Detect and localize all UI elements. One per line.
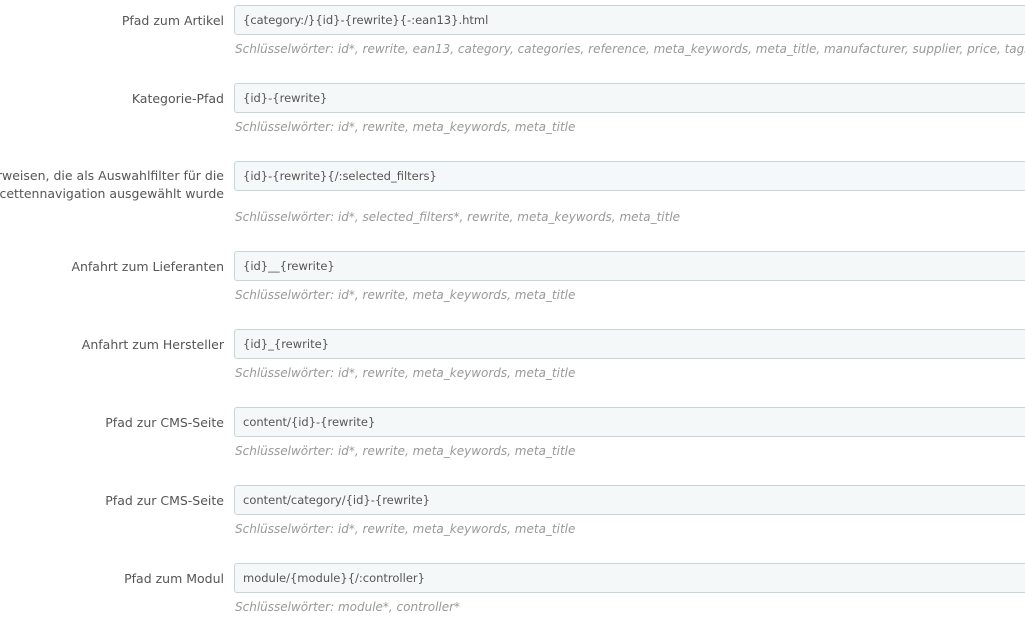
route-label-category: Kategorie-Pfad bbox=[131, 91, 224, 106]
route-label-module: Pfad zum Modul bbox=[124, 571, 224, 586]
route-label-manufacturer: Anfahrt zum Hersteller bbox=[81, 337, 224, 352]
route-input-supplier[interactable] bbox=[234, 251, 1025, 281]
route-input-product[interactable] bbox=[234, 5, 1025, 35]
route-label-layered: erweisen, die als Auswahlfilter für die … bbox=[0, 168, 224, 201]
route-input-category[interactable] bbox=[234, 83, 1025, 113]
route-help-manufacturer: Schlüsselwörter: id*, rewrite, meta_keyw… bbox=[235, 366, 576, 380]
route-label-supplier: Anfahrt zum Lieferanten bbox=[71, 259, 224, 274]
route-input-cms[interactable] bbox=[234, 407, 1025, 437]
route-help-cms: Schlüsselwörter: id*, rewrite, meta_keyw… bbox=[235, 444, 576, 458]
route-input-module[interactable] bbox=[234, 563, 1025, 593]
route-help-product: Schlüsselwörter: id*, rewrite, ean13, ca… bbox=[235, 42, 1025, 56]
route-help-layered: Schlüsselwörter: id*, selected_filters*,… bbox=[235, 210, 681, 224]
route-help-supplier: Schlüsselwörter: id*, rewrite, meta_keyw… bbox=[235, 288, 576, 302]
route-label-cms-category: Pfad zur CMS-Seite bbox=[105, 493, 224, 508]
route-label-product: Pfad zum Artikel bbox=[121, 13, 224, 28]
route-input-cms-category[interactable] bbox=[234, 485, 1025, 515]
route-help-cms-category: Schlüsselwörter: id*, rewrite, meta_keyw… bbox=[235, 522, 576, 536]
route-input-manufacturer[interactable] bbox=[234, 329, 1025, 359]
route-label-cms: Pfad zur CMS-Seite bbox=[105, 415, 224, 430]
route-input-layered[interactable] bbox=[234, 161, 1025, 191]
route-help-module: Schlüsselwörter: module*, controller* bbox=[235, 600, 461, 614]
route-help-category: Schlüsselwörter: id*, rewrite, meta_keyw… bbox=[235, 120, 576, 134]
seo-url-routes-form: Pfad zum Artikel Schlüsselwörter: id*, r… bbox=[0, 0, 1025, 628]
